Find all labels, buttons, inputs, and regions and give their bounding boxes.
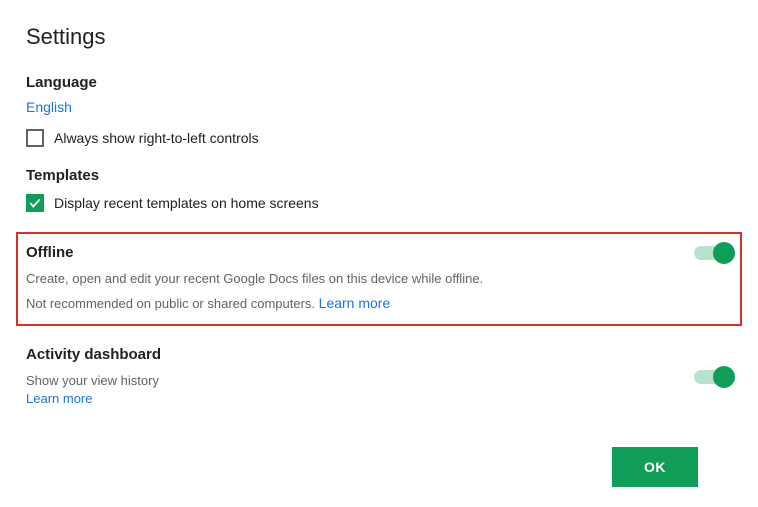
rtl-checkbox[interactable] [26, 129, 44, 147]
activity-title: Activity dashboard [26, 346, 161, 363]
offline-header-row: Offline [26, 244, 732, 261]
offline-toggle[interactable] [694, 246, 732, 260]
language-title: Language [26, 74, 732, 91]
templates-section: Templates Display recent templates on ho… [26, 167, 732, 212]
offline-desc-1: Create, open and edit your recent Google… [26, 269, 732, 289]
check-icon [28, 196, 42, 210]
language-value-link[interactable]: English [26, 99, 72, 115]
activity-header-row: Activity dashboard Show your view histor… [26, 346, 732, 409]
offline-toggle-thumb [713, 242, 735, 264]
rtl-checkbox-label: Always show right-to-left controls [54, 130, 259, 146]
templates-checkbox-label: Display recent templates on home screens [54, 195, 319, 211]
templates-checkbox[interactable] [26, 194, 44, 212]
activity-left: Activity dashboard Show your view histor… [26, 346, 161, 409]
language-section: Language English Always show right-to-le… [26, 74, 732, 147]
offline-desc-2: Not recommended on public or shared comp… [26, 293, 732, 314]
offline-title: Offline [26, 244, 74, 261]
offline-section-highlight: Offline Create, open and edit your recen… [16, 232, 742, 326]
activity-desc: Show your view history [26, 371, 161, 391]
ok-button[interactable]: OK [612, 447, 698, 487]
activity-section: Activity dashboard Show your view histor… [26, 346, 732, 409]
activity-toggle[interactable] [694, 370, 732, 384]
templates-title: Templates [26, 167, 732, 184]
activity-learn-more-link[interactable]: Learn more [26, 391, 92, 406]
rtl-checkbox-row: Always show right-to-left controls [26, 129, 732, 147]
page-title: Settings [26, 24, 732, 50]
offline-learn-more-link[interactable]: Learn more [319, 295, 391, 311]
offline-desc-2-prefix: Not recommended on public or shared comp… [26, 296, 319, 311]
templates-checkbox-row: Display recent templates on home screens [26, 194, 732, 212]
activity-toggle-thumb [713, 366, 735, 388]
